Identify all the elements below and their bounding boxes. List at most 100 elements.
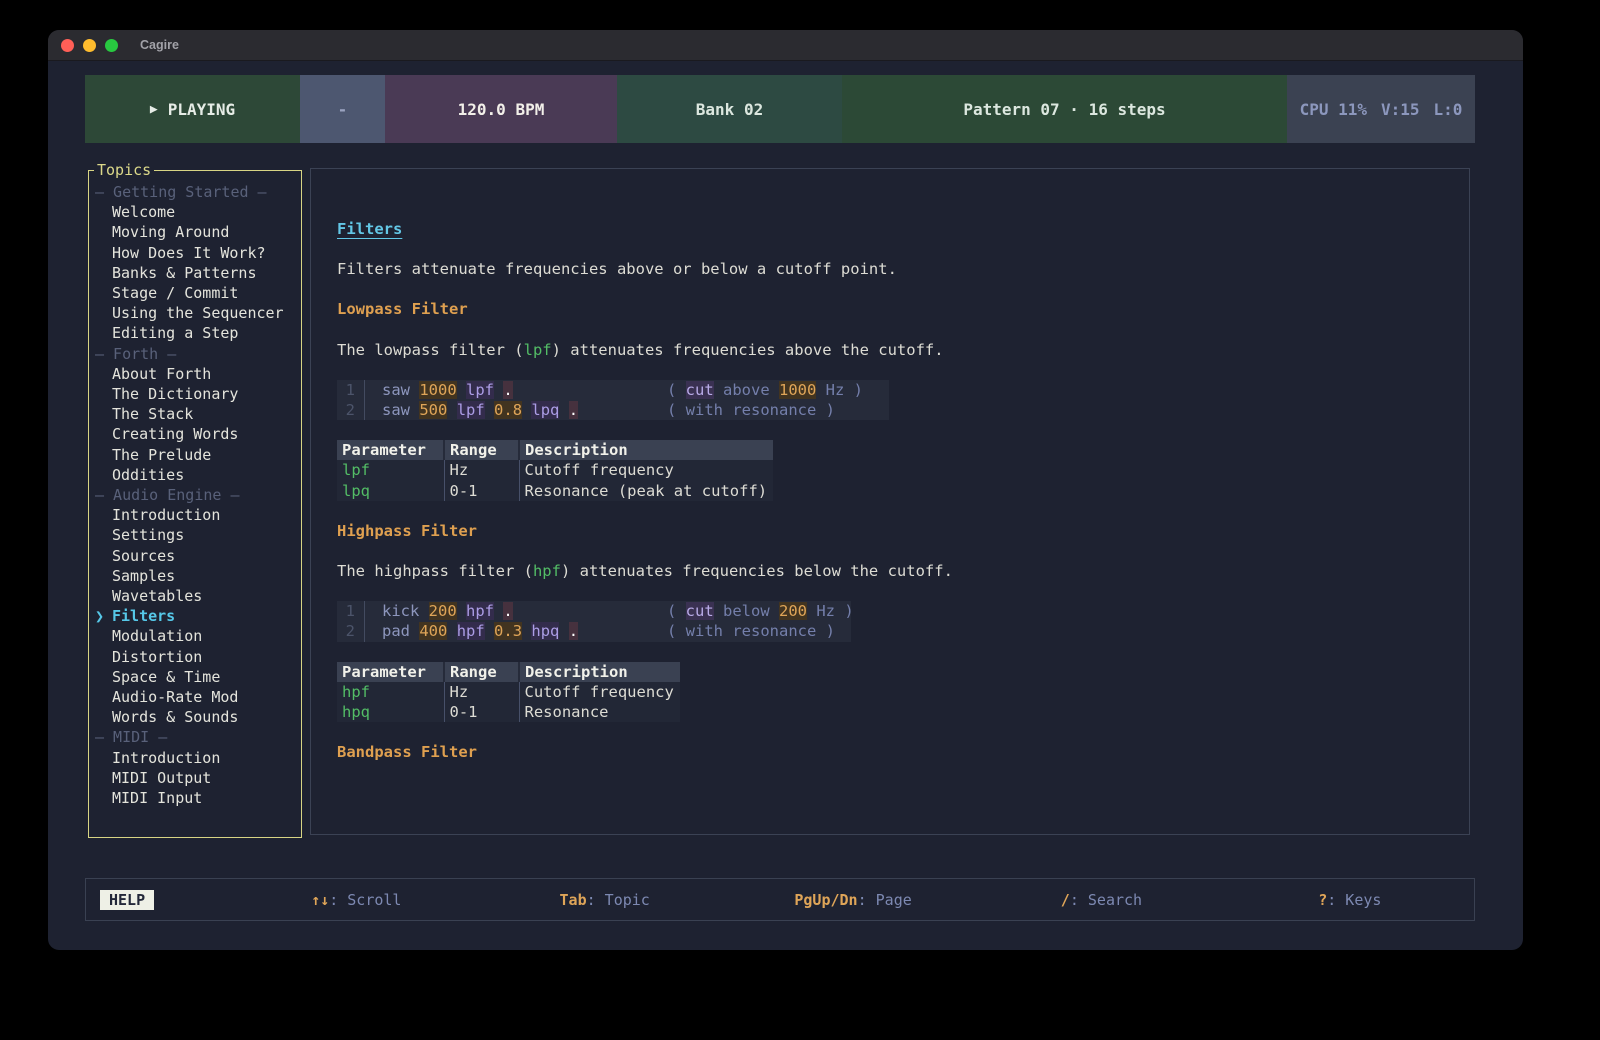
parameter-table: ParameterRangeDescriptionlpfHzCutoff fre… [337, 440, 773, 501]
section-paragraph: The lowpass filter (lpf) attenuates freq… [337, 340, 1469, 360]
section-heading: Highpass Filter [337, 521, 1469, 541]
topic-item[interactable]: Modulation [89, 626, 301, 646]
topic-label: — Getting Started — [95, 183, 267, 201]
table-cell-text: Resonance [525, 703, 609, 721]
topic-item[interactable]: Samples [89, 566, 301, 586]
text-token: hpf [457, 622, 485, 640]
topic-item[interactable]: Oddities [89, 465, 301, 485]
table-header-row: ParameterRangeDescription [337, 440, 773, 460]
topic-item[interactable]: MIDI Input [89, 788, 301, 808]
topic-label: — MIDI — [95, 728, 167, 746]
shortcut-label: : Topic [587, 891, 650, 909]
voices-value: V:15 [1381, 100, 1420, 119]
topic-label: Sources [112, 547, 175, 565]
topic-label: Banks & Patterns [112, 264, 257, 282]
zoom-window-button[interactable] [105, 39, 118, 52]
code-comment: ( with resonance ) [667, 400, 835, 420]
text-token [485, 622, 494, 640]
close-window-button[interactable] [61, 39, 74, 52]
text-token: 0.3 [494, 622, 522, 640]
transport-slot-label: - [338, 100, 348, 119]
topic-item[interactable]: Editing a Step [89, 323, 301, 343]
topic-item[interactable]: Words & Sounds [89, 707, 301, 727]
keyboard-shortcut-hint: /: Search [977, 891, 1225, 909]
topic-item[interactable]: ❯Filters [89, 606, 301, 626]
topic-item[interactable]: The Prelude [89, 445, 301, 465]
text-token: above [714, 381, 779, 399]
text-token: 0.8 [494, 401, 522, 419]
topic-item[interactable]: How Does It Work? [89, 243, 301, 263]
status-bar: HELP ↑↓: ScrollTab: TopicPgUp/Dn: Page/:… [85, 878, 1475, 921]
keyboard-shortcut-hint: Tab: Topic [481, 891, 729, 909]
bank-value: Bank 02 [696, 100, 763, 119]
topic-section-header: — MIDI — [89, 727, 301, 747]
topic-item[interactable]: About Forth [89, 364, 301, 384]
keyboard-shortcut-hint: ?: Keys [1226, 891, 1474, 909]
topic-item[interactable]: Distortion [89, 647, 301, 667]
text-token [485, 401, 494, 419]
text-token: . [503, 381, 512, 399]
table-cell-text: hpq [342, 703, 370, 721]
topic-label: Audio-Rate Mod [112, 688, 238, 706]
topic-item[interactable]: Creating Words [89, 424, 301, 444]
code-example: 1kick 200 hpf .( cut below 200 Hz )2pad … [337, 601, 851, 641]
topic-item[interactable]: Audio-Rate Mod [89, 687, 301, 707]
text-token: saw [382, 401, 410, 419]
text-token: hpf [466, 602, 494, 620]
topic-item[interactable]: Space & Time [89, 667, 301, 687]
topic-label: — Forth — [95, 345, 176, 363]
topic-section-header: — Getting Started — [89, 182, 301, 202]
line-number: 2 [337, 400, 365, 420]
topic-label: Words & Sounds [112, 708, 238, 726]
topic-item[interactable]: MIDI Output [89, 768, 301, 788]
table-header-cell: Range [444, 662, 519, 682]
topic-item[interactable]: Sources [89, 546, 301, 566]
text-token: Hz ) [807, 602, 854, 620]
shortcut-key: PgUp/Dn [794, 891, 857, 909]
topic-item[interactable]: Settings [89, 525, 301, 545]
text-token [494, 602, 503, 620]
topic-item[interactable]: Banks & Patterns [89, 263, 301, 283]
topic-label: MIDI Output [112, 769, 211, 787]
table-cell: 0-1 [444, 481, 519, 501]
text-token [559, 622, 568, 640]
topic-item[interactable]: Using the Sequencer [89, 303, 301, 323]
shortcut-key: Tab [560, 891, 587, 909]
text-token: lpf [457, 401, 485, 419]
code-example: 1saw 1000 lpf .( cut above 1000 Hz )2saw… [337, 380, 889, 420]
text-token: . [569, 622, 578, 640]
table-cell-text: lpq [342, 482, 370, 500]
table-cell: Cutoff frequency [519, 460, 773, 480]
topic-item[interactable]: Introduction [89, 748, 301, 768]
help-content-panel[interactable]: Filters Filters attenuate frequencies ab… [310, 168, 1470, 835]
topic-item[interactable]: Welcome [89, 202, 301, 222]
text-token [559, 401, 568, 419]
shortcut-key: ? [1318, 891, 1327, 909]
text-token: ( [667, 381, 686, 399]
topics-sidebar-title: Topics [94, 161, 154, 179]
table-row: hpfHzCutoff frequency [337, 682, 680, 702]
minimize-window-button[interactable] [83, 39, 96, 52]
section-paragraph: The highpass filter (hpf) attenuates fre… [337, 561, 1469, 581]
topics-list[interactable]: — Getting Started —WelcomeMoving AroundH… [89, 171, 301, 808]
table-header-cell: Range [444, 440, 519, 460]
text-token: 1000 [419, 381, 456, 399]
table-cell: Hz [444, 682, 519, 702]
topic-item[interactable]: The Stack [89, 404, 301, 424]
table-header-cell: Description [519, 440, 773, 460]
keyboard-shortcut-hint: ↑↓: Scroll [232, 891, 480, 909]
topic-item[interactable]: Wavetables [89, 586, 301, 606]
transport-slot: - [300, 75, 385, 143]
text-token: 1000 [779, 381, 816, 399]
shortcut-label: : Search [1070, 891, 1142, 909]
cpu-value: CPU 11% [1300, 100, 1367, 119]
page-title: Filters [337, 219, 1469, 239]
text-token: kick [382, 602, 419, 620]
topic-item[interactable]: Moving Around [89, 222, 301, 242]
line-number: 2 [337, 621, 365, 641]
topic-item[interactable]: Introduction [89, 505, 301, 525]
topic-label: Using the Sequencer [112, 304, 284, 322]
app-window: Cagire ▶ PLAYING - 120.0 BPM Bank 02 Pat… [48, 30, 1523, 950]
topic-item[interactable]: Stage / Commit [89, 283, 301, 303]
topic-item[interactable]: The Dictionary [89, 384, 301, 404]
